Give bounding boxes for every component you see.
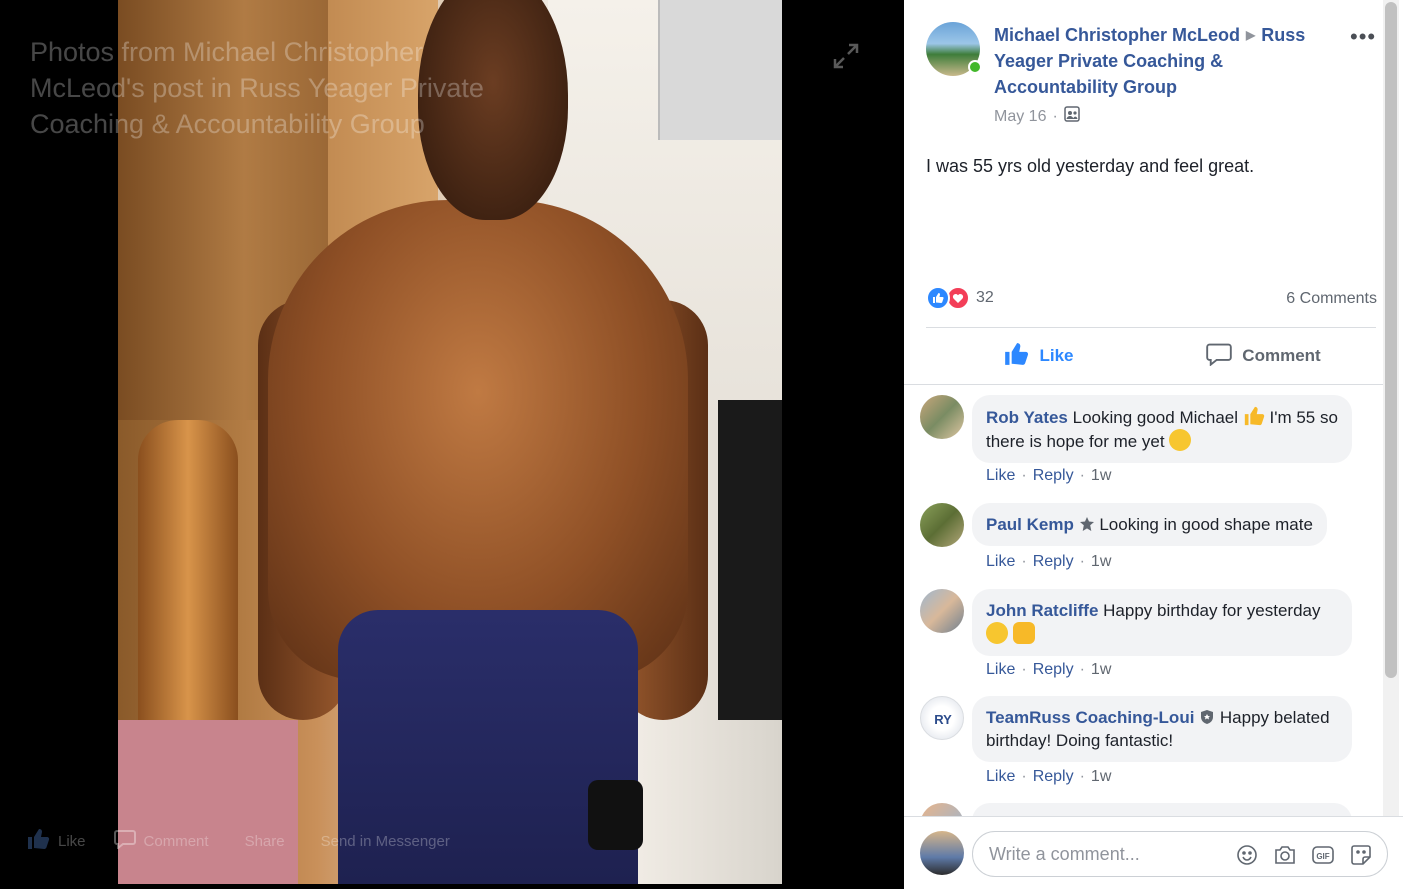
reaction-count: 32 — [976, 289, 994, 306]
comment-time[interactable]: 1w — [1091, 467, 1111, 485]
comment-actions: Like · Reply · 1w — [986, 467, 1112, 485]
stage-action-bar: Like Comment Share Send in Messenger — [26, 828, 450, 854]
expand-icon[interactable] — [832, 42, 860, 70]
comment-time[interactable]: 1w — [1091, 661, 1111, 679]
commenter-avatar[interactable]: RY — [920, 696, 964, 740]
sunglasses-emoji-icon — [986, 622, 1008, 644]
comment-like-link[interactable]: Like — [986, 661, 1015, 679]
comment-label: Comment — [1242, 346, 1321, 365]
thumbs-up-emoji-icon — [1243, 405, 1265, 427]
camera-icon[interactable] — [1273, 843, 1297, 867]
stage-title: Photos from Michael Christopher McLeod's… — [30, 37, 484, 139]
comment-time[interactable]: 1w — [1091, 768, 1111, 786]
commenter-avatar[interactable] — [920, 589, 964, 633]
post-action-bar: Like Comment — [926, 330, 1376, 382]
comment-bubble — [972, 803, 1352, 816]
comment-actions: Like · Reply · 1w — [986, 768, 1112, 786]
commenter-avatar[interactable] — [920, 503, 964, 547]
comment-like-link[interactable]: Like — [986, 553, 1015, 571]
comment-button[interactable]: Comment — [1151, 330, 1376, 382]
comment-reply-link[interactable]: Reply — [1033, 553, 1074, 571]
commenter-name[interactable]: Paul Kemp — [986, 515, 1074, 534]
comment-bubble: Rob Yates Looking good Michael I'm 55 so… — [972, 395, 1352, 463]
commenter-name[interactable]: TeamRuss Coaching-Loui — [986, 708, 1194, 727]
author-link[interactable]: Michael Christopher McLeod — [994, 25, 1240, 45]
comment-reply-link[interactable]: Reply — [1033, 467, 1074, 485]
comment-like-link[interactable]: Like — [986, 768, 1015, 786]
svg-text:GIF: GIF — [1316, 852, 1329, 861]
comments-count[interactable]: 6 Comments — [1286, 290, 1377, 308]
svg-text:RY: RY — [934, 712, 952, 727]
comment-reply-link[interactable]: Reply — [1033, 661, 1074, 679]
emoji-icon[interactable] — [1235, 843, 1259, 867]
post-date[interactable]: May 16 — [994, 108, 1046, 126]
clapping-emoji-icon — [1012, 622, 1035, 644]
commenter-name[interactable]: Rob Yates — [986, 408, 1068, 427]
stage-messenger-button[interactable]: Send in Messenger — [313, 828, 450, 854]
like-button[interactable]: Like — [926, 330, 1151, 382]
online-status-icon — [968, 60, 982, 74]
comment-like-link[interactable]: Like — [986, 467, 1015, 485]
comment-composer: GIF — [904, 816, 1403, 889]
comment-text: Looking good Michael — [1072, 408, 1239, 427]
post-panel: Michael Christopher McLeod ▶ Russ Yeager P… — [904, 0, 1403, 889]
reactions-summary[interactable]: 32 — [926, 286, 994, 310]
shield-badge-icon — [1199, 708, 1215, 724]
comment-bubble: Paul Kemp Looking in good shape mate — [972, 503, 1327, 546]
scrollbar-thumb[interactable] — [1385, 2, 1397, 678]
grin-emoji-icon — [1169, 429, 1192, 451]
commenter-name[interactable]: John Ratcliffe — [986, 601, 1098, 620]
comment-input[interactable] — [989, 832, 1219, 876]
post-body: I was 55 yrs old yesterday and feel grea… — [926, 156, 1255, 176]
stage-like-label: Like — [58, 832, 86, 850]
comment-actions: Like · Reply · 1w — [986, 661, 1112, 679]
thumbs-up-icon — [26, 828, 50, 854]
gif-icon[interactable]: GIF — [1311, 843, 1335, 867]
stage-messenger-label: Send in Messenger — [320, 832, 450, 850]
commenter-avatar[interactable] — [920, 803, 964, 816]
composer-icons: GIF — [1235, 843, 1373, 867]
comment-bubble: John Ratcliffe Happy birthday for yester… — [972, 589, 1352, 656]
post-meta: May 16 · — [994, 106, 1080, 127]
post-title: Michael Christopher McLeod ▶ Russ Yeager P… — [994, 22, 1344, 100]
group-icon — [1064, 106, 1080, 127]
sticker-icon[interactable] — [1349, 843, 1373, 867]
star-badge-icon — [1079, 515, 1095, 531]
comment-input-box[interactable]: GIF — [972, 831, 1388, 877]
photo-stage: Photos from Michael Christopher McLeod's… — [0, 0, 904, 889]
current-user-avatar — [920, 831, 964, 875]
like-reaction-icon — [926, 286, 950, 310]
commenter-avatar[interactable] — [920, 395, 964, 439]
comment-time[interactable]: 1w — [1091, 553, 1111, 571]
comment-text: Happy birthday for yesterday — [1103, 601, 1321, 620]
stage-share-button[interactable]: Share — [237, 828, 285, 854]
like-label: Like — [1039, 346, 1074, 365]
comment-text: Looking in good shape mate — [1099, 515, 1313, 534]
stage-comment-label: Comment — [143, 832, 209, 850]
play-arrow-icon: ▶ — [1246, 28, 1256, 42]
more-options-icon[interactable]: ••• — [1350, 24, 1376, 50]
comment-icon — [1206, 342, 1233, 371]
comment-actions: Like · Reply · 1w — [986, 553, 1112, 571]
stage-like-button[interactable]: Like — [26, 828, 86, 854]
comment-icon — [113, 829, 136, 853]
photo-viewer: Photos from Michael Christopher McLeod's… — [0, 0, 1403, 889]
divider — [926, 327, 1376, 328]
thumbs-up-icon — [1003, 342, 1029, 371]
comment-bubble: TeamRuss Coaching-Loui Happy belated bir… — [972, 696, 1352, 762]
stage-share-label: Share — [244, 832, 285, 850]
stage-comment-button[interactable]: Comment — [113, 828, 209, 854]
comments-list: Rob Yates Looking good Michael I'm 55 so… — [904, 384, 1388, 816]
comment-reply-link[interactable]: Reply — [1033, 768, 1074, 786]
